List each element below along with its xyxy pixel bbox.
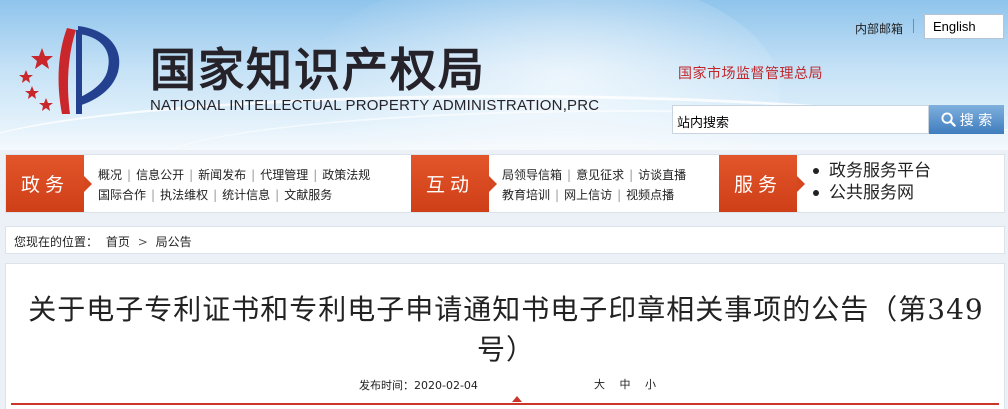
nav-link-education-training[interactable]: 教育培训 xyxy=(502,188,550,202)
tab-arrow-icon xyxy=(489,176,497,192)
search-button-label: 搜 索 xyxy=(959,112,993,129)
tab-arrow-icon xyxy=(84,176,92,192)
nav-link-enforcement[interactable]: 执法维权 xyxy=(160,188,208,202)
nav-link-leader-mailbox[interactable]: 局领导信箱 xyxy=(502,168,562,182)
nav-link-statistics[interactable]: 统计信息 xyxy=(222,188,270,202)
title-divider xyxy=(11,403,999,405)
font-size-large[interactable]: 大 xyxy=(594,378,605,391)
nav-tab-services[interactable]: 服务 xyxy=(719,155,805,212)
divider xyxy=(913,19,914,33)
service-link-gov-service-platform[interactable]: 政务服务平台 xyxy=(811,160,931,182)
breadcrumb: 您现在的位置： 首页 > 局公告 xyxy=(5,226,1005,254)
nav-tab-label: 互动 xyxy=(425,174,474,196)
font-size-medium[interactable]: 中 xyxy=(620,378,631,391)
logo-english-name: NATIONAL INTELLECTUAL PROPERTY ADMINISTR… xyxy=(150,97,600,114)
nav-link-literature-service[interactable]: 文献服务 xyxy=(284,188,332,202)
search-icon xyxy=(941,112,956,127)
nav-link-policies-regulations[interactable]: 政策法规 xyxy=(322,168,370,182)
article-title: 关于电子专利证书和专利电子申请通知书电子印章相关事项的公告（第349号） xyxy=(28,293,984,366)
nav-tab-interaction[interactable]: 互动 xyxy=(411,155,497,212)
site-search-input[interactable]: 站内搜索 xyxy=(672,105,929,134)
nav-link-overview[interactable]: 概况 xyxy=(98,168,122,182)
font-size-switcher: 大 中 小 xyxy=(594,376,667,392)
nav-link-video-on-demand[interactable]: 视频点播 xyxy=(626,188,674,202)
main-nav: 政务 概况 | 信息公开 | 新闻发布 | 代理管理 | 政策法规 国际合作 | 执法维权 | 统计信息… xyxy=(5,154,1005,213)
font-size-small[interactable]: 小 xyxy=(645,378,656,391)
nav-link-info-disclosure[interactable]: 信息公开 xyxy=(136,168,184,182)
nav-link-public-consultation[interactable]: 意见征求 xyxy=(576,168,624,182)
tab-arrow-icon xyxy=(797,176,805,192)
publish-label: 发布时间： xyxy=(359,379,414,392)
nav-links-interaction: 局领导信箱 | 意见征求 | 访谈直播 教育培训 | 网上信访 | 视频点播 xyxy=(502,168,687,202)
nav-links-government-affairs: 概况 | 信息公开 | 新闻发布 | 代理管理 | 政策法规 国际合作 | 执法维权 | 统计信息 | 文献… xyxy=(98,168,371,202)
breadcrumb-current[interactable]: 局公告 xyxy=(156,235,192,249)
divider-notch xyxy=(512,396,522,402)
logo-chinese-name[interactable]: 国家知识产权局 xyxy=(150,44,486,96)
nav-link-online-petition[interactable]: 网上信访 xyxy=(564,188,612,202)
breadcrumb-prefix: 您现在的位置： xyxy=(14,235,99,249)
nav-link-press-release[interactable]: 新闻发布 xyxy=(198,168,246,182)
cnipa-emblem-icon[interactable] xyxy=(12,20,142,120)
language-select[interactable]: English xyxy=(924,14,1004,39)
search-button[interactable]: 搜 索 xyxy=(929,105,1004,134)
publish-info: 发布时间：2020-02-04 xyxy=(359,377,478,393)
site-header: 国家知识产权局 NATIONAL INTELLECTUAL PROPERTY A… xyxy=(0,0,1008,150)
nav-link-interview-live[interactable]: 访谈直播 xyxy=(638,168,686,182)
breadcrumb-home[interactable]: 首页 xyxy=(106,235,130,249)
nav-link-agency-management[interactable]: 代理管理 xyxy=(260,168,308,182)
nav-link-international-cooperation[interactable]: 国际合作 xyxy=(98,188,146,202)
nav-tab-label: 服务 xyxy=(733,174,782,196)
services-list: 政务服务平台 公共服务网 xyxy=(811,160,931,204)
publish-date: 2020-02-04 xyxy=(414,379,478,392)
article-panel: 关于电子专利证书和专利电子申请通知书电子印章相关事项的公告（第349号） 发布时… xyxy=(5,263,1005,409)
nav-tab-label: 政务 xyxy=(20,174,69,196)
nav-tab-government-affairs[interactable]: 政务 xyxy=(6,155,92,212)
chevron-right-icon: > xyxy=(137,235,148,249)
parent-org-link[interactable]: 国家市场监督管理总局 xyxy=(678,63,823,83)
service-link-public-service-network[interactable]: 公共服务网 xyxy=(811,182,931,204)
internal-mail-link[interactable]: 内部邮箱 xyxy=(855,20,903,37)
